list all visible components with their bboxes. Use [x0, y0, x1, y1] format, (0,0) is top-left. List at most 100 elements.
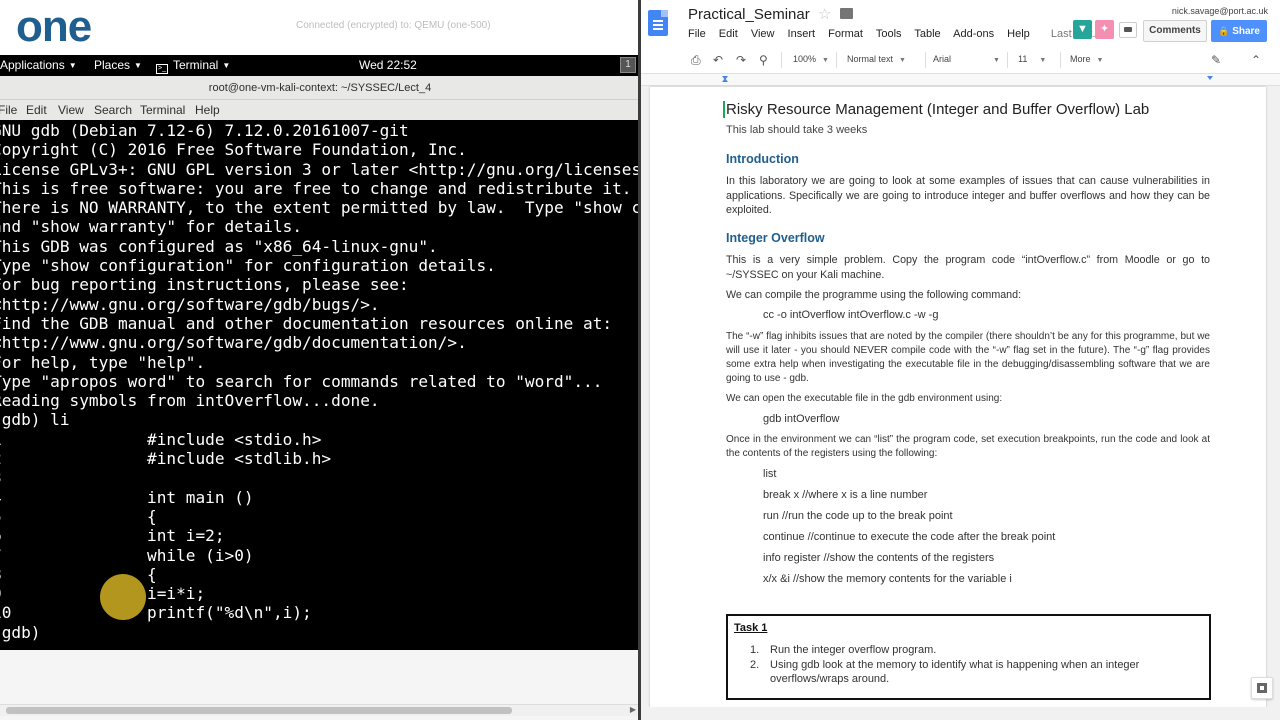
font-size-select[interactable]: 11 ▼ — [1018, 54, 1046, 64]
terminal-app-label: Terminal — [173, 58, 219, 72]
terminal-menu-edit[interactable]: Edit — [26, 103, 47, 117]
paint-format-icon[interactable]: ⚲ — [759, 53, 768, 67]
menu-table[interactable]: Table — [914, 28, 940, 40]
menu-format[interactable]: Format — [828, 28, 863, 40]
terminal-app-menu[interactable]: >_ Terminal ▼ — [156, 58, 230, 74]
menu-help[interactable]: Help — [1007, 28, 1030, 40]
folder-icon[interactable] — [840, 8, 853, 19]
terminal-menubar: File Edit View Search Terminal Help — [0, 100, 640, 120]
chevron-down-icon: ▼ — [134, 61, 142, 71]
font-size-value: 11 — [1018, 54, 1028, 64]
environment-paragraph: Once in the environment we can “list” th… — [726, 434, 1210, 459]
horizontal-scrollbar[interactable]: ▶ — [0, 704, 640, 716]
terminal-menu-file[interactable]: File — [0, 103, 17, 117]
zoom-value: 100% — [793, 54, 817, 64]
ruler[interactable] — [641, 74, 1280, 86]
undo-icon[interactable]: ↶ — [713, 53, 723, 67]
docs-logo-icon[interactable] — [648, 10, 668, 36]
menu-insert[interactable]: Insert — [788, 28, 816, 40]
terminal-menu-view[interactable]: View — [58, 103, 84, 117]
user-email[interactable]: nick.savage@port.ac.uk — [1172, 6, 1268, 16]
integer-paragraph-1: This is a very simple problem. Copy the … — [726, 254, 1210, 281]
task-box: Task 1 1. Run the integer overflow progr… — [726, 614, 1211, 700]
chevron-down-icon: ▼ — [68, 61, 77, 71]
collapse-icon[interactable]: ⌃ — [1251, 53, 1261, 67]
scrollbar-thumb[interactable] — [6, 707, 512, 714]
command-list-item: break x //where x is a line number — [763, 489, 928, 501]
addon-icon-1[interactable]: ▼ — [1073, 20, 1092, 39]
terminal-menu-terminal[interactable]: Terminal — [140, 103, 185, 117]
comments-button[interactable]: Comments — [1143, 20, 1207, 42]
docs-bottom-strip — [641, 707, 1280, 720]
menu-file[interactable]: File — [688, 28, 706, 40]
doc-subtitle: This lab should take 3 weeks — [726, 124, 868, 136]
ruler-marks — [722, 76, 1213, 82]
task-item: 1. Run the integer overflow program. — [750, 643, 1200, 657]
vm-logo: one — [16, 2, 92, 51]
chevron-down-icon: ▼ — [993, 57, 1000, 64]
gnome-top-bar: Applications ▼ Places ▼ >_ Terminal ▼ Wed 22… — [0, 55, 640, 76]
scroll-right-icon[interactable]: ▶ — [630, 705, 636, 714]
compile-command: cc -o intOverflow intOverflow.c -w -g — [763, 309, 939, 321]
task-title: Task 1 — [734, 622, 768, 634]
clock[interactable]: Wed 22:52 — [359, 58, 417, 72]
addon-icon-2[interactable]: ✦ — [1095, 20, 1114, 39]
pencil-icon[interactable]: ✎ — [1211, 53, 1221, 67]
menu-addons[interactable]: Add-ons — [953, 28, 994, 40]
menu-view[interactable]: View — [751, 28, 775, 40]
share-button[interactable]: 🔒 Share — [1211, 20, 1267, 42]
more-label: More — [1070, 54, 1091, 64]
docs-header: Practical_Seminar ☆ File Edit View Inser… — [641, 0, 1280, 46]
command-list-item: x/x &i //show the memory contents for th… — [763, 573, 1012, 585]
docs-toolbar: ⎙ ↶ ↷ ⚲ 100% ▼ Normal text ▼ Arial ▼ 11 ▼ Mo… — [641, 46, 1280, 74]
intro-paragraph: In this laboratory we are going to look … — [726, 175, 1210, 217]
more-button[interactable]: More ▼ — [1070, 54, 1103, 64]
heading-integer-overflow: Integer Overflow — [726, 231, 825, 245]
style-select[interactable]: Normal text ▼ — [847, 54, 906, 64]
print-icon[interactable]: ⎙ — [691, 53, 701, 68]
open-paragraph: We can open the executable file in the g… — [726, 393, 1003, 404]
chat-icon[interactable] — [1119, 22, 1137, 38]
task-text: Run the integer overflow program. — [770, 644, 937, 656]
gdb-command: gdb intOverflow — [763, 413, 840, 425]
document-title[interactable]: Practical_Seminar — [688, 6, 810, 23]
menu-tools[interactable]: Tools — [876, 28, 902, 40]
docs-window: Practical_Seminar ☆ File Edit View Inser… — [641, 0, 1280, 720]
places-label: Places — [94, 58, 131, 72]
terminal-menu-help[interactable]: Help — [195, 103, 220, 117]
style-value: Normal text — [847, 54, 894, 64]
document-page[interactable]: Risky Resource Management (Integer and B… — [650, 87, 1266, 707]
terminal-menu-search[interactable]: Search — [94, 103, 132, 117]
doc-title: Risky Resource Management (Integer and B… — [723, 101, 1149, 118]
terminal-window-title: root@one-vm-kali-context: ~/SYSSEC/Lect_… — [0, 76, 640, 100]
workspace-indicator[interactable]: 1 — [620, 57, 636, 73]
star-icon[interactable]: ☆ — [818, 5, 831, 23]
explore-icon[interactable] — [1251, 677, 1273, 699]
zoom-select[interactable]: 100% ▼ — [793, 54, 829, 64]
integer-paragraph-2: We can compile the programme using the f… — [726, 289, 1022, 301]
applications-label: Applications — [0, 58, 65, 72]
command-list-item: continue //continue to execute the code … — [763, 531, 1056, 543]
font-select[interactable]: Arial ▼ — [933, 54, 1000, 64]
command-list-item: run //run the code up to the break point — [763, 510, 953, 522]
heading-introduction: Introduction — [726, 152, 799, 166]
screen: one Connected (encrypted) to: QEMU (one-… — [0, 0, 1280, 720]
terminal-icon: >_ — [156, 64, 168, 74]
chevron-down-icon: ▼ — [1039, 57, 1047, 64]
redo-icon[interactable]: ↷ — [736, 53, 746, 67]
chevron-down-icon: ▼ — [822, 57, 829, 64]
menu-edit[interactable]: Edit — [719, 28, 738, 40]
places-menu[interactable]: Places ▼ — [94, 58, 142, 72]
chevron-down-icon: ▼ — [222, 61, 231, 71]
terminal-output[interactable]: GNU gdb (Debian 7.12-6) 7.12.0.20161007-… — [0, 120, 640, 650]
chevron-down-icon: ▼ — [899, 57, 906, 64]
chevron-down-icon: ▼ — [1096, 57, 1104, 64]
share-label: Share — [1232, 26, 1260, 37]
command-list-item: list — [763, 468, 777, 480]
vm-console: one Connected (encrypted) to: QEMU (one-… — [0, 0, 640, 720]
applications-menu[interactable]: Applications ▼ — [0, 58, 77, 72]
terminal-text: GNU gdb (Debian 7.12-6) 7.12.0.20161007-… — [0, 121, 640, 642]
mouse-cursor-highlight — [100, 574, 146, 620]
lock-icon: 🔒 — [1217, 26, 1230, 36]
vm-topbar: one Connected (encrypted) to: QEMU (one-… — [0, 0, 640, 55]
